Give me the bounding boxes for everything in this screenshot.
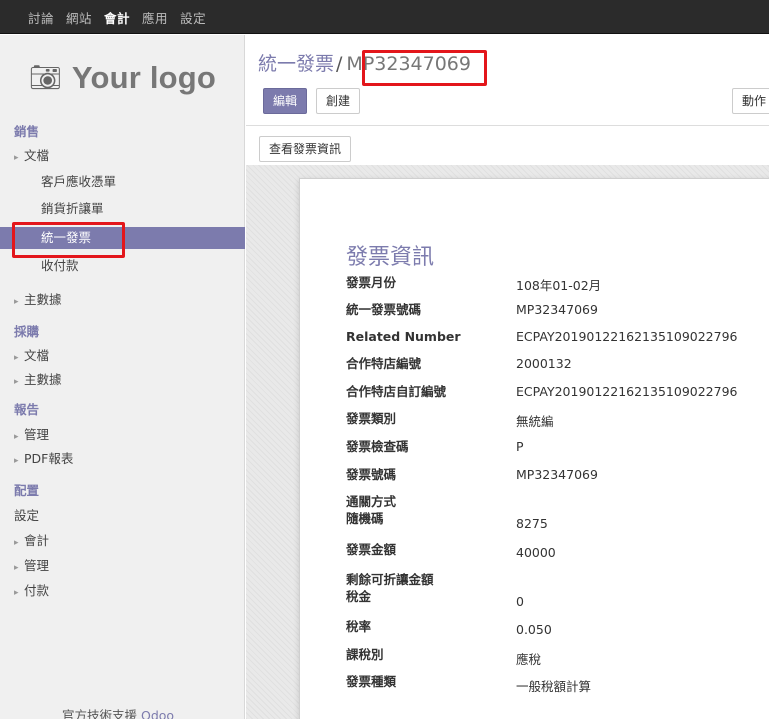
sidebar-item-purchase-documents[interactable]: ▸ 文檔 xyxy=(0,345,245,367)
caret-right-icon: ▸ xyxy=(14,297,19,307)
field-label-merchant-custom-id: 合作特店自訂編號 xyxy=(346,384,447,399)
support-text: 官方技術支援 xyxy=(62,708,138,719)
top-navbar: 討論 網站 會計 應用 設定 xyxy=(0,0,769,34)
topnav-apps[interactable]: 應用 xyxy=(142,8,168,27)
field-value-invoice-month: 108年01-02月 xyxy=(516,278,602,293)
sidebar-item-label: PDF報表 xyxy=(24,451,74,466)
field-label-tax: 稅金 xyxy=(346,589,372,604)
main-content: 統一發票 / MP32347069 編輯 創建 動作 查看發票資訊 發票資訊 發票月… xyxy=(246,35,769,719)
highlight-box-sidebar xyxy=(12,222,125,258)
sidebar-section-configuration: 配置 xyxy=(14,483,40,498)
field-value-related-number: ECPAY20190122162135109022796 xyxy=(516,329,738,344)
field-label-invoice-kind: 發票種類 xyxy=(346,674,397,689)
field-value-tax: 0 xyxy=(516,594,524,609)
action-dropdown[interactable]: 動作 xyxy=(732,88,769,114)
caret-right-icon: ▸ xyxy=(14,538,19,548)
field-value-uniform-invoice-number: MP32347069 xyxy=(516,302,598,317)
caret-right-icon: ▸ xyxy=(14,588,19,598)
field-label-remaining-allowance: 剩餘可折讓金額 xyxy=(346,572,434,587)
caret-right-icon: ▸ xyxy=(14,377,19,387)
sidebar-item-settings[interactable]: 設定 xyxy=(0,505,245,527)
field-value-invoice-kind: 一般稅額計算 xyxy=(516,679,592,694)
toolbar-divider xyxy=(246,125,769,126)
field-label-random-code: 隨機碼 xyxy=(346,511,384,526)
field-label-related-number: Related Number xyxy=(346,329,461,344)
field-value-check-code: P xyxy=(516,439,524,454)
sidebar-item-payments[interactable]: 收付款 xyxy=(0,255,245,277)
topnav-discuss[interactable]: 討論 xyxy=(28,8,54,27)
sidebar-item-label: 文檔 xyxy=(24,148,50,163)
breadcrumb-separator: / xyxy=(336,53,343,75)
field-value-tax-type: 應稅 xyxy=(516,652,542,667)
breadcrumb-parent[interactable]: 統一發票 xyxy=(258,53,334,75)
field-label-merchant-id: 合作特店編號 xyxy=(346,356,422,371)
sidebar-section-reports: 報告 xyxy=(14,402,40,417)
topnav-website[interactable]: 網站 xyxy=(66,8,92,27)
highlight-box-breadcrumb xyxy=(362,50,487,86)
sheet-title: 發票資訊 xyxy=(346,245,435,270)
top-menu: 討論 網站 會計 應用 設定 xyxy=(28,0,218,34)
logo-text: Your logo xyxy=(71,60,217,95)
sidebar-item-label: 管理 xyxy=(24,558,50,573)
caret-right-icon: ▸ xyxy=(14,563,19,573)
field-value-invoice-number: MP32347069 xyxy=(516,467,598,482)
sidebar-item-sales-credit-notes[interactable]: 銷貨折讓單 xyxy=(0,198,245,220)
view-invoice-info-button[interactable]: 查看發票資訊 xyxy=(259,136,352,162)
field-label-invoice-number: 發票號碼 xyxy=(346,467,397,482)
caret-right-icon: ▸ xyxy=(14,153,19,163)
sidebar-item-purchase-master-data[interactable]: ▸ 主數據 xyxy=(0,369,245,391)
sidebar-item-label: 管理 xyxy=(24,427,50,442)
camera-icon: 📷︎ xyxy=(28,63,62,93)
field-value-merchant-custom-id: ECPAY20190122162135109022796 xyxy=(516,384,738,399)
edit-button[interactable]: 編輯 xyxy=(263,88,308,114)
create-button[interactable]: 創建 xyxy=(316,88,361,114)
field-label-uniform-invoice-number: 統一發票號碼 xyxy=(346,302,422,317)
sidebar-item-label: 主數據 xyxy=(24,372,62,387)
field-value-random-code: 8275 xyxy=(516,516,548,531)
sidebar-item-customer-invoices[interactable]: 客戶應收憑單 xyxy=(0,171,245,193)
field-value-invoice-amount: 40000 xyxy=(516,545,556,560)
caret-right-icon: ▸ xyxy=(14,432,19,442)
caret-right-icon: ▸ xyxy=(14,353,19,363)
field-label-tax-rate: 稅率 xyxy=(346,619,372,634)
sidebar-item-report-management[interactable]: ▸ 管理 xyxy=(0,424,245,446)
field-label-invoice-category: 發票類別 xyxy=(346,411,397,426)
sidebar-section-sales: 銷售 xyxy=(14,124,40,139)
field-value-tax-rate: 0.050 xyxy=(516,622,552,637)
form-sheet: 發票資訊 發票月份 108年01-02月 統一發票號碼 MP32347069 R… xyxy=(299,178,769,719)
field-value-merchant-id: 2000132 xyxy=(516,356,572,371)
sidebar-item-label: 會計 xyxy=(24,533,50,548)
sidebar-item-label: 主數據 xyxy=(24,292,62,307)
sidebar-item-config-payment[interactable]: ▸ 付款 xyxy=(0,580,245,602)
sidebar-item-sales-master-data[interactable]: ▸ 主數據 xyxy=(0,289,245,311)
company-logo[interactable]: 📷︎ Your logo xyxy=(0,35,245,121)
field-label-check-code: 發票檢查碼 xyxy=(346,439,409,454)
field-label-invoice-month: 發票月份 xyxy=(346,275,397,290)
field-label-tax-type: 課稅別 xyxy=(346,647,384,662)
sidebar-item-sales-documents[interactable]: ▸ 文檔 xyxy=(0,145,245,167)
field-label-invoice-amount: 發票金額 xyxy=(346,542,397,557)
sidebar: 📷︎ Your logo 銷售 ▸ 文檔 客戶應收憑單 銷貨折讓單 統一發票 收付… xyxy=(0,35,245,719)
sidebar-item-pdf-reports[interactable]: ▸ PDF報表 xyxy=(0,448,245,470)
sidebar-section-purchase: 採購 xyxy=(14,324,40,339)
caret-right-icon: ▸ xyxy=(14,456,19,466)
sidebar-item-label: 文檔 xyxy=(24,348,50,363)
support-footer: 官方技術支援 Odoo xyxy=(62,705,174,719)
odoo-link[interactable]: Odoo xyxy=(141,708,174,719)
topnav-accounting[interactable]: 會計 xyxy=(104,8,130,27)
field-value-invoice-category: 無統編 xyxy=(516,414,554,429)
field-label-clearance-method: 通關方式 xyxy=(346,494,397,509)
sidebar-item-config-management[interactable]: ▸ 管理 xyxy=(0,555,245,577)
sidebar-item-config-accounting[interactable]: ▸ 會計 xyxy=(0,530,245,552)
topnav-settings[interactable]: 設定 xyxy=(180,8,206,27)
sidebar-item-label: 付款 xyxy=(24,583,50,598)
